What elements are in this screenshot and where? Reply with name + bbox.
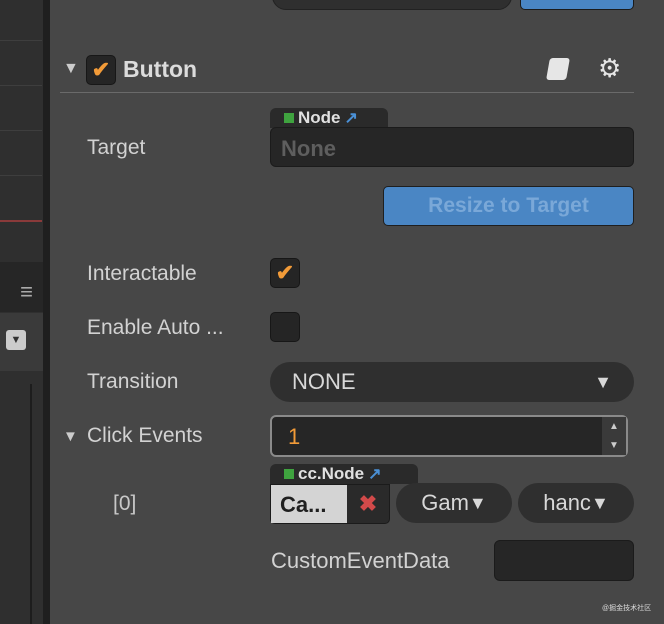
enable-auto-checkbox[interactable]: [270, 312, 300, 342]
help-book-icon[interactable]: [546, 58, 570, 80]
transition-value: NONE: [292, 369, 356, 394]
click-events-label: Click Events: [87, 424, 203, 447]
event-component-value: Gam: [421, 490, 469, 515]
target-value: None: [281, 136, 336, 161]
dropdown-icon[interactable]: ▼: [6, 330, 26, 350]
enable-auto-label: Enable Auto ...: [87, 316, 224, 339]
custom-event-data-label: CustomEventData: [271, 548, 450, 573]
component-title: Button: [123, 56, 198, 82]
left-panel: ≡ ▼: [0, 0, 43, 624]
clear-x-icon[interactable]: ✖: [347, 485, 389, 523]
event-component-select[interactable]: Gam ▼: [396, 483, 512, 523]
target-type-label: Node: [298, 108, 341, 127]
divider: [60, 92, 634, 93]
menu-icon[interactable]: ≡: [0, 272, 43, 312]
gear-icon[interactable]: ⚙: [598, 53, 621, 84]
node-square-icon: [284, 113, 294, 123]
collapse-arrow-icon[interactable]: ▼: [63, 60, 79, 78]
resize-to-target-button[interactable]: Resize to Target: [383, 186, 634, 226]
target-type-tag: Node ↗: [270, 108, 388, 128]
custom-event-data-input[interactable]: [494, 540, 634, 581]
count-value: 1: [288, 424, 301, 449]
interactable-label: Interactable: [87, 262, 197, 285]
prev-button[interactable]: [520, 0, 634, 10]
chevron-down-icon: ▼: [590, 492, 609, 513]
event-type-tag: cc.Node ↗: [270, 464, 418, 484]
external-link-icon[interactable]: ↗: [368, 464, 381, 484]
transition-select[interactable]: NONE ▼: [270, 362, 634, 402]
click-events-arrow-icon[interactable]: ▼: [63, 428, 78, 445]
event-handler-value: hanc: [543, 490, 591, 515]
event-type-label: cc.Node: [298, 464, 365, 483]
watermark: @掘金技术社区: [602, 605, 652, 612]
interactable-checkbox[interactable]: ✔: [270, 258, 300, 288]
chevron-down-icon: ▼: [594, 371, 612, 392]
event-node-value: Ca...: [271, 485, 347, 523]
panel-divider[interactable]: [43, 0, 50, 624]
external-link-icon[interactable]: ↗: [345, 108, 358, 128]
chevron-down-icon: ▼: [468, 492, 487, 513]
transition-label: Transition: [87, 370, 179, 393]
target-label: Target: [87, 136, 146, 159]
stepper-up-icon[interactable]: ▲: [602, 417, 626, 436]
event-node-field[interactable]: Ca... ✖: [270, 484, 390, 524]
click-events-count-input[interactable]: 1: [270, 415, 628, 457]
target-field[interactable]: None: [270, 127, 634, 167]
prev-field[interactable]: [272, 0, 512, 10]
event-handler-select[interactable]: hanc ▼: [518, 483, 634, 523]
node-square-icon: [284, 469, 294, 479]
event-index: [0]: [113, 492, 137, 515]
component-enabled-checkbox[interactable]: ✔: [86, 55, 116, 85]
stepper-down-icon[interactable]: ▼: [602, 436, 626, 455]
